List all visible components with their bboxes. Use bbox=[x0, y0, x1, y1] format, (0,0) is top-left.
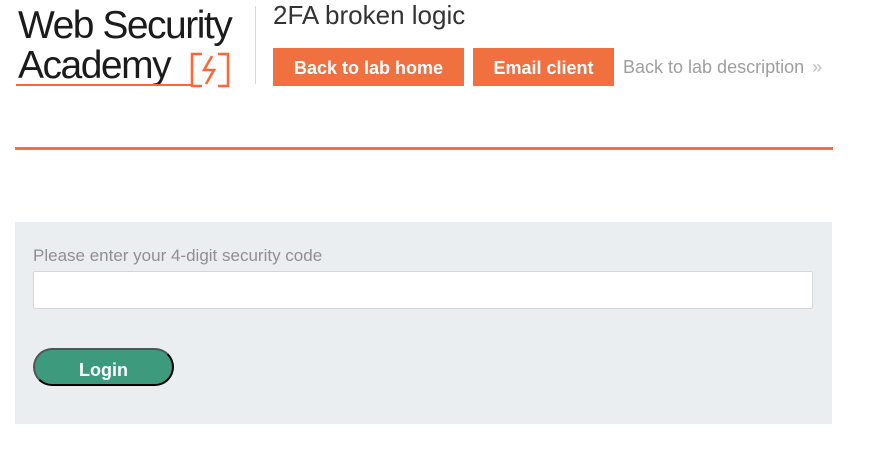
page: Web Security Academy 2FA broken logic Ba… bbox=[0, 0, 874, 452]
lab-title: 2FA broken logic bbox=[273, 0, 466, 30]
web-security-academy-logo[interactable]: Web Security Academy bbox=[16, 4, 252, 90]
logo-text-line1: Web Security bbox=[18, 4, 233, 47]
header-orange-rule bbox=[15, 147, 833, 150]
header-divider bbox=[255, 6, 256, 84]
lightning-bolt-icon bbox=[190, 52, 230, 88]
back-to-lab-description-label: Back to lab description bbox=[623, 57, 805, 77]
logo-underline bbox=[16, 84, 192, 86]
back-to-lab-description-link[interactable]: Back to lab description » bbox=[623, 48, 822, 86]
security-code-label: Please enter your 4-digit security code bbox=[33, 246, 323, 265]
logo-text-line2: Academy bbox=[18, 44, 172, 87]
security-code-input[interactable] bbox=[33, 271, 813, 309]
double-chevron-right-icon: » bbox=[812, 57, 823, 77]
login-button[interactable]: Login bbox=[33, 348, 174, 386]
back-to-lab-home-button[interactable]: Back to lab home bbox=[273, 48, 464, 86]
email-client-button[interactable]: Email client bbox=[473, 48, 614, 86]
